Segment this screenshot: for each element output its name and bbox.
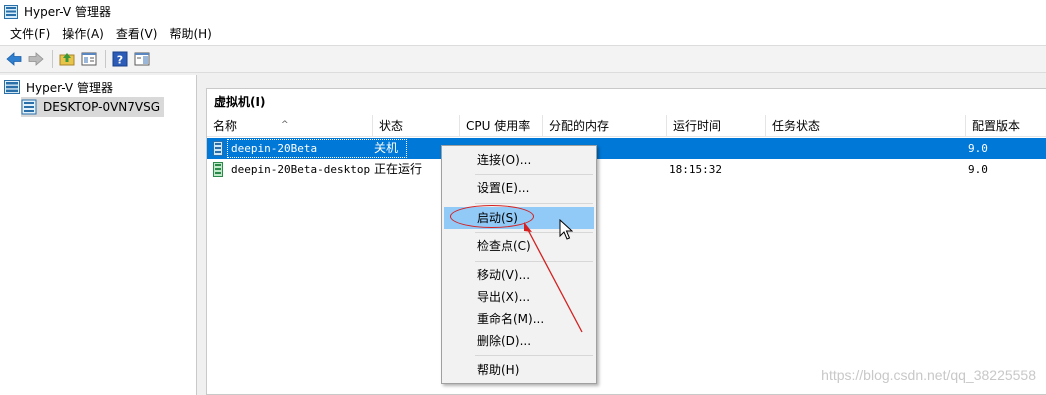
watermark: https://blog.csdn.net/qq_38225558	[821, 367, 1036, 383]
vm-name: deepin-20Beta	[231, 142, 318, 155]
table-row[interactable]: deepin-20Beta-desktop 正在运行 18:15:32 9.0	[207, 159, 1046, 180]
tree-item-hyperv-manager[interactable]: Hyper-V 管理器	[4, 77, 113, 97]
vm-uptime: 18:15:32	[669, 163, 722, 176]
help-icon[interactable]: ?	[110, 49, 130, 69]
column-header-uptime[interactable]: 运行时间	[667, 115, 766, 137]
vm-icon	[213, 141, 223, 156]
tree-server-label: DESKTOP-0VN7VSG	[43, 100, 161, 114]
menu-help[interactable]: 帮助(H)	[163, 23, 217, 45]
menu-item-move[interactable]: 移动(V)...	[444, 264, 594, 286]
vm-version: 9.0	[968, 163, 988, 176]
context-menu: 连接(O)... 设置(E)... 启动(S) 检查点(C) 移动(V)... …	[441, 145, 597, 384]
menu-file[interactable]: 文件(F)	[4, 23, 56, 45]
toolbar-separator	[105, 50, 106, 68]
forward-arrow-icon[interactable]	[26, 49, 46, 69]
menu-action[interactable]: 操作(A)	[56, 23, 110, 45]
vm-panel-title: 虚拟机(I)	[214, 95, 266, 109]
title-bar: Hyper-V 管理器	[0, 0, 1046, 23]
vm-icon	[213, 162, 223, 177]
menu-item-rename[interactable]: 重命名(M)...	[444, 308, 594, 330]
navigation-tree: Hyper-V 管理器 DESKTOP-0VN7VSG	[0, 75, 197, 395]
table-row[interactable]: deepin-20Beta 关机 9.0	[207, 138, 1046, 159]
column-header-cpu[interactable]: CPU 使用率	[460, 115, 543, 137]
show-hide-tree-icon[interactable]	[79, 49, 99, 69]
action-pane-icon[interactable]	[132, 49, 152, 69]
annotation-ellipse	[450, 205, 534, 228]
column-header-version[interactable]: 配置版本	[966, 115, 1046, 137]
menu-item-export[interactable]: 导出(X)...	[444, 286, 594, 308]
menu-item-delete[interactable]: 删除(D)...	[444, 330, 594, 352]
menu-view[interactable]: 查看(V)	[110, 23, 164, 45]
vm-version: 9.0	[968, 142, 988, 155]
hyperv-manager-icon	[4, 80, 20, 94]
column-header-state[interactable]: 状态	[373, 115, 460, 137]
sort-ascending-icon: ^	[281, 120, 289, 130]
column-header-name[interactable]: 名称 ^	[207, 115, 373, 137]
vm-name: deepin-20Beta-desktop	[231, 163, 371, 176]
toolbar: ?	[0, 45, 1046, 73]
column-header-memory[interactable]: 分配的内存	[543, 115, 667, 137]
hyperv-app-icon	[4, 4, 18, 19]
main-pane: 虚拟机(I) 名称 ^ 状态 CPU 使用率 分配的内存 运行时间 任务状态 配…	[198, 75, 1046, 395]
menu-bar: 文件(F) 操作(A) 查看(V) 帮助(H)	[0, 23, 1046, 45]
mouse-cursor-icon	[559, 219, 573, 240]
menu-separator	[475, 232, 593, 233]
menu-item-help[interactable]: 帮助(H)	[444, 359, 594, 381]
back-arrow-icon[interactable]	[4, 49, 24, 69]
menu-separator	[475, 203, 593, 204]
menu-item-connect[interactable]: 连接(O)...	[444, 149, 594, 171]
vm-panel: 虚拟机(I) 名称 ^ 状态 CPU 使用率 分配的内存 运行时间 任务状态 配…	[206, 88, 1046, 395]
svg-text:?: ?	[117, 54, 123, 67]
vm-state: 正在运行	[374, 162, 423, 176]
menu-separator	[475, 261, 593, 262]
column-header-task-status[interactable]: 任务状态	[766, 115, 966, 137]
tree-root-label: Hyper-V 管理器	[26, 80, 113, 95]
window-title: Hyper-V 管理器	[24, 5, 111, 19]
menu-separator	[475, 355, 593, 356]
menu-item-settings[interactable]: 设置(E)...	[444, 177, 594, 199]
vm-state: 关机	[374, 141, 399, 155]
menu-separator	[475, 174, 593, 175]
vm-table-header: 名称 ^ 状态 CPU 使用率 分配的内存 运行时间 任务状态 配置版本	[207, 115, 1046, 137]
tree-item-server[interactable]: DESKTOP-0VN7VSG	[21, 97, 165, 117]
up-folder-icon[interactable]	[57, 49, 77, 69]
toolbar-separator	[52, 50, 53, 68]
server-icon	[21, 99, 37, 115]
